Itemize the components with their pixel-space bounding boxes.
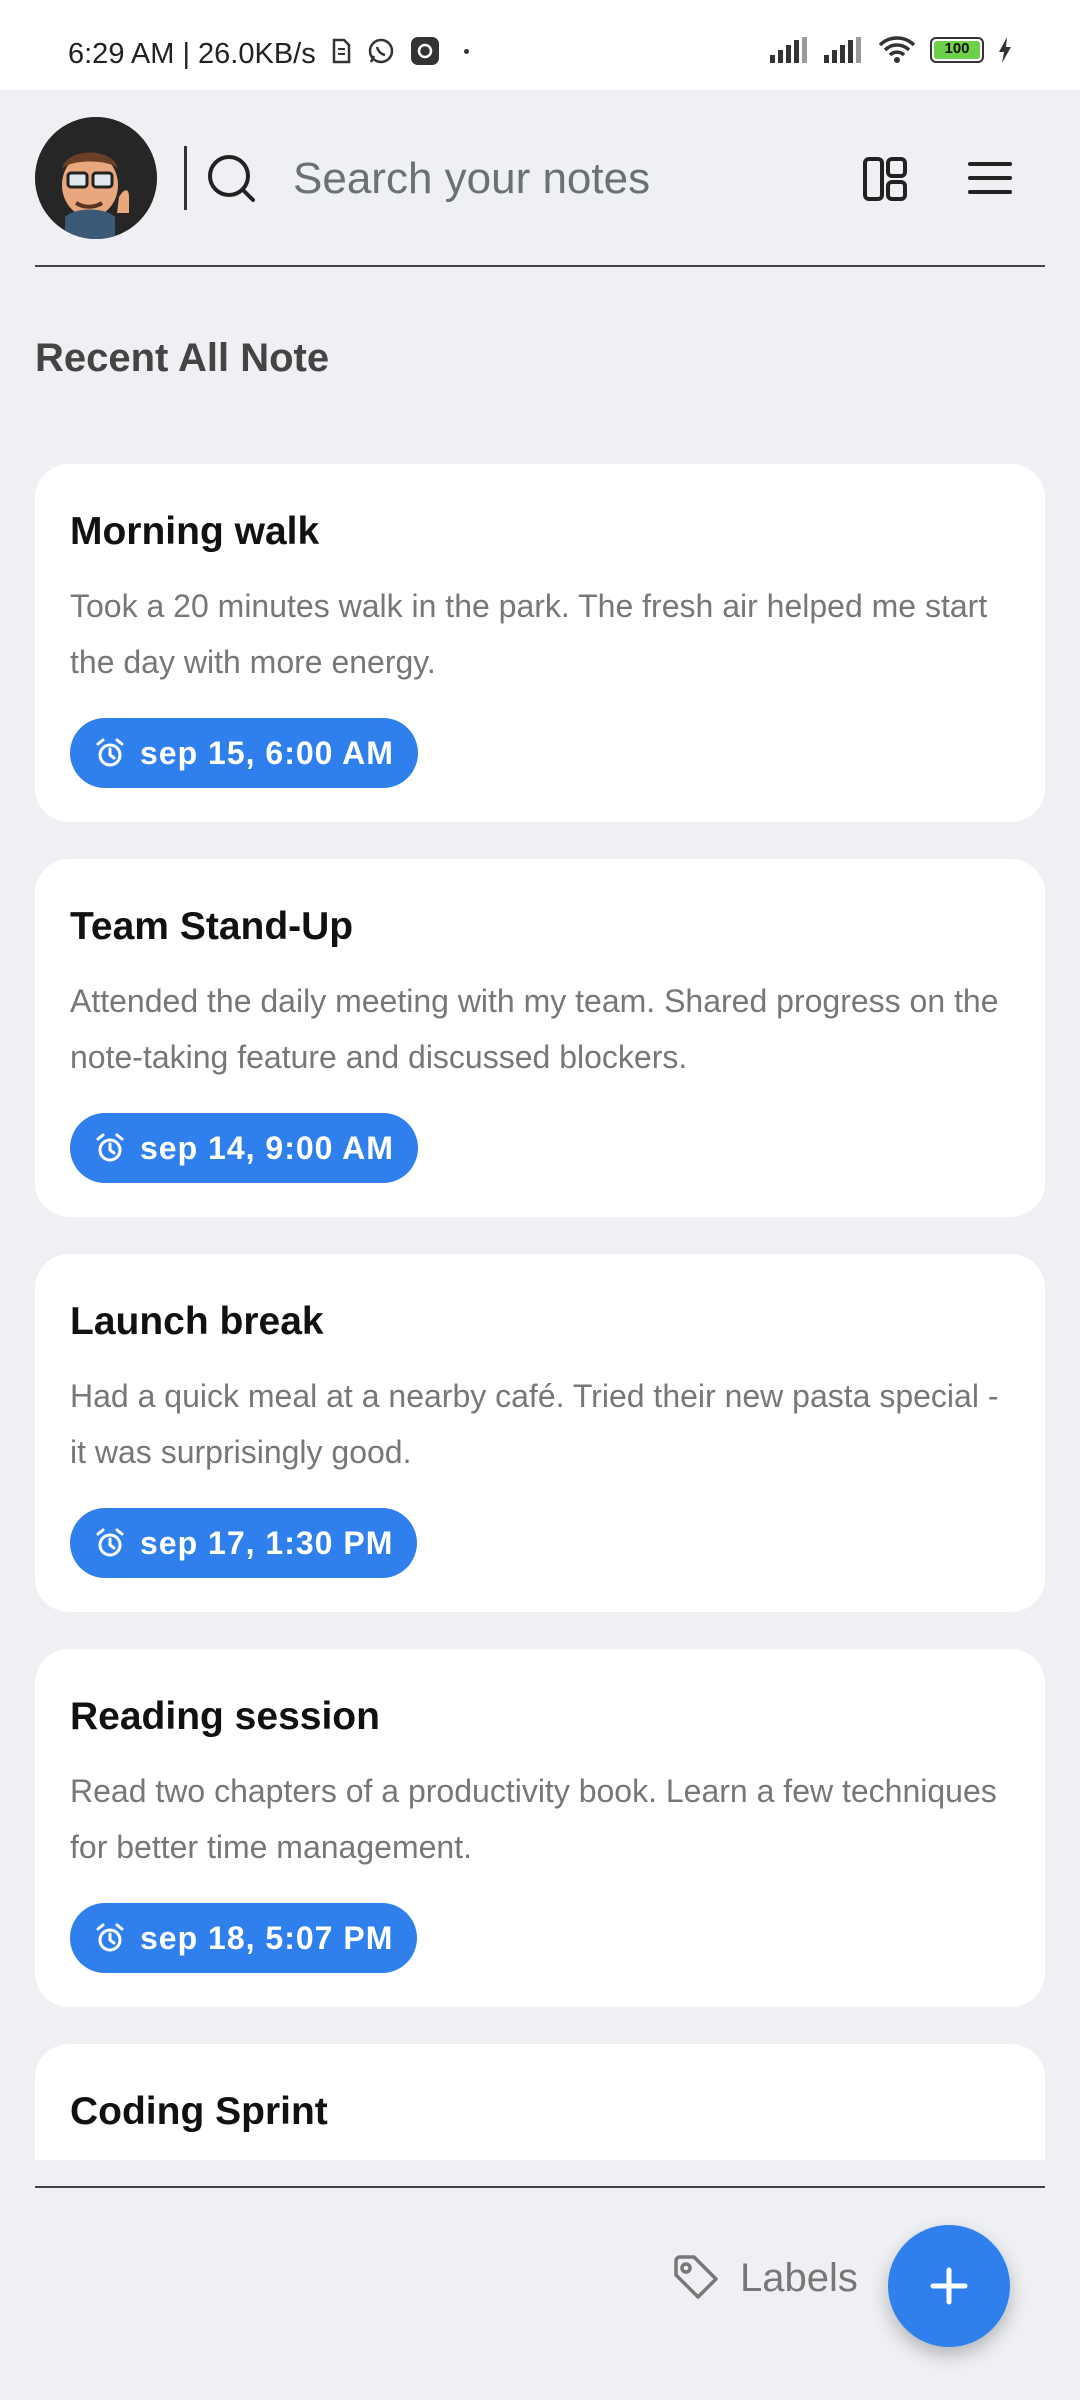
more-notifications-dot — [464, 48, 469, 54]
note-body: Read two chapters of a productivity book… — [70, 1773, 997, 1865]
threads-icon — [411, 37, 439, 65]
note-body: Attended the daily meeting with my team.… — [70, 983, 999, 1075]
note-title: Team Stand-Up — [70, 905, 354, 948]
signal-icon — [770, 37, 807, 63]
note-title: Morning walk — [70, 510, 320, 553]
note-card[interactable]: Reading session Read two chapters of a p… — [35, 1649, 1045, 2007]
reminder-chip[interactable]: sep 17, 1:30 PM — [70, 1508, 418, 1578]
labels-button[interactable]: Labels — [672, 2255, 858, 2301]
status-notification-icons — [330, 36, 469, 66]
grid-view-icon[interactable] — [862, 156, 908, 202]
section-title: Recent All Note — [35, 336, 330, 380]
wifi-icon — [878, 36, 916, 63]
tag-icon — [674, 2255, 718, 2299]
note-card[interactable]: Coding Sprint — [35, 2044, 1045, 2160]
add-note-button[interactable] — [888, 2225, 1010, 2347]
note-title: Coding Sprint — [70, 2090, 328, 2133]
alarm-icon — [96, 1528, 124, 1557]
reminder-text: sep 15, 6:00 AM — [140, 734, 394, 771]
battery-level: 100 — [944, 40, 970, 57]
search-input[interactable]: Search your notes — [293, 154, 650, 204]
search-icon[interactable] — [205, 152, 259, 206]
note-body: Took a 20 minutes walk in the park. The … — [70, 588, 988, 680]
reminder-text: sep 17, 1:30 PM — [140, 1524, 394, 1561]
signal-icon-2 — [824, 37, 861, 63]
menu-icon[interactable] — [968, 158, 1012, 198]
note-card[interactable]: Team Stand-Up Attended the daily meeting… — [35, 859, 1045, 1217]
alarm-icon — [96, 1923, 124, 1952]
header-underline — [35, 265, 1045, 267]
note-title: Launch break — [70, 1300, 324, 1343]
status-time: 6:29 AM | 26.0KB/s — [68, 38, 316, 70]
alarm-icon — [96, 738, 124, 767]
sim-icon — [332, 38, 351, 64]
alarm-icon — [96, 1133, 124, 1162]
note-body: Had a quick meal at a nearby café. Tried… — [70, 1378, 999, 1470]
status-bar: 6:29 AM | 26.0KB/s 100 — [0, 0, 1080, 90]
note-card[interactable]: Morning walk Took a 20 minutes walk in t… — [35, 464, 1045, 822]
whatsapp-icon — [368, 38, 394, 64]
header-divider — [184, 146, 187, 210]
reminder-chip[interactable]: sep 15, 6:00 AM — [70, 718, 418, 788]
reminder-text: sep 18, 5:07 PM — [140, 1919, 394, 1956]
battery-icon: 100 — [930, 37, 984, 63]
reminder-chip[interactable]: sep 14, 9:00 AM — [70, 1113, 418, 1183]
bottom-divider — [35, 2186, 1045, 2188]
note-card[interactable]: Launch break Had a quick meal at a nearb… — [35, 1254, 1045, 1612]
avatar-image — [35, 117, 157, 239]
reminder-text: sep 14, 9:00 AM — [140, 1129, 394, 1166]
plus-icon — [930, 2267, 968, 2305]
note-title: Reading session — [70, 1695, 380, 1738]
notes-list[interactable]: Morning walk Took a 20 minutes walk in t… — [35, 464, 1045, 2160]
charging-icon — [999, 37, 1011, 63]
labels-label: Labels — [740, 2255, 858, 2300]
avatar[interactable] — [35, 117, 157, 239]
status-system-icons: 100 — [770, 36, 1012, 64]
reminder-chip[interactable]: sep 18, 5:07 PM — [70, 1903, 418, 1973]
